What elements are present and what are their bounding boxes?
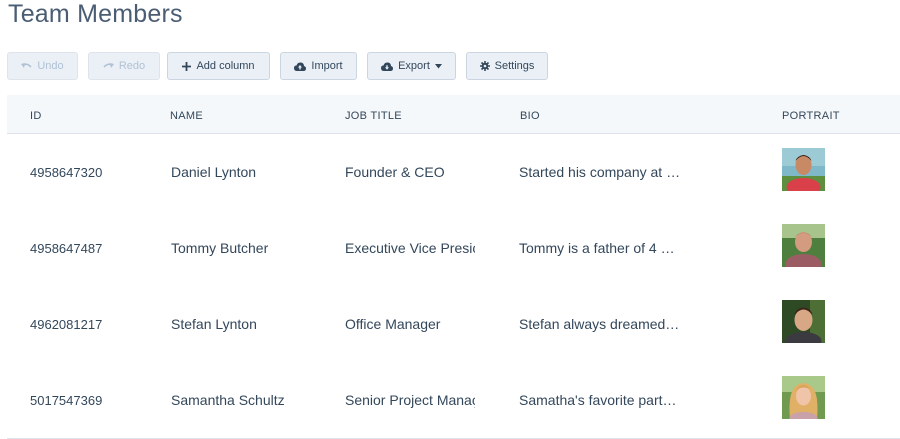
gear-icon	[479, 61, 490, 71]
cell-name[interactable]: Tommy Butcher	[171, 240, 268, 256]
page-title: Team Members	[8, 0, 183, 28]
undo-icon	[21, 62, 32, 71]
cell-bio[interactable]: Stefan always dreamed…	[519, 316, 679, 332]
import-button[interactable]: Import	[280, 52, 357, 80]
export-button[interactable]: Export	[367, 52, 456, 80]
cloud-upload-icon	[294, 61, 307, 71]
cell-name[interactable]: Samantha Schultz	[171, 392, 285, 408]
export-label: Export	[398, 60, 430, 72]
cell-job-title[interactable]: Founder & CEO	[345, 164, 475, 180]
caret-down-icon	[434, 63, 442, 69]
cell-bio[interactable]: Tommy is a father of 4 …	[519, 240, 675, 256]
cell-id[interactable]: 5017547369	[30, 393, 102, 408]
column-header-bio[interactable]: BIO	[520, 110, 540, 122]
import-label: Import	[311, 60, 343, 72]
cell-name[interactable]: Daniel Lynton	[171, 164, 256, 180]
cell-id[interactable]: 4958647487	[30, 241, 102, 256]
cloud-download-icon	[381, 61, 394, 71]
cell-bio[interactable]: Started his company at …	[519, 164, 680, 180]
settings-button[interactable]: Settings	[466, 52, 548, 80]
table-row[interactable]: 4958647487 Tommy Butcher Executive Vice …	[7, 210, 900, 287]
cell-job-title[interactable]: Senior Project Manaç	[345, 392, 475, 408]
column-header-portrait[interactable]: PORTRAIT	[782, 110, 840, 122]
table-row[interactable]: 5017547369 Samantha Schultz Senior Proje…	[7, 362, 900, 439]
cell-id[interactable]: 4962081217	[30, 317, 102, 332]
table-row[interactable]: 4958647320 Daniel Lynton Founder & CEO S…	[7, 134, 900, 211]
column-header-name[interactable]: NAME	[170, 110, 203, 122]
table-row[interactable]: 4962081217 Stefan Lynton Office Manager …	[7, 286, 900, 363]
cell-bio[interactable]: Samatha's favorite part…	[519, 392, 677, 408]
cell-job-title[interactable]: Office Manager	[345, 316, 475, 332]
add-column-label: Add column	[196, 60, 255, 72]
undo-button[interactable]: Undo	[7, 52, 78, 80]
cell-name[interactable]: Stefan Lynton	[171, 316, 257, 332]
team-members-table: ID NAME JOB TITLE BIO PORTRAIT 495864732…	[7, 95, 900, 439]
portrait-image[interactable]	[782, 224, 825, 267]
plus-icon	[182, 61, 192, 71]
add-column-button[interactable]: Add column	[167, 52, 270, 80]
redo-button[interactable]: Redo	[88, 52, 160, 80]
portrait-image[interactable]	[782, 148, 825, 191]
portrait-image[interactable]	[782, 300, 825, 343]
undo-label: Undo	[37, 60, 64, 72]
table-header: ID NAME JOB TITLE BIO PORTRAIT	[7, 95, 900, 134]
cell-id[interactable]: 4958647320	[30, 165, 102, 180]
settings-label: Settings	[494, 60, 535, 72]
redo-icon	[103, 62, 114, 71]
column-header-job-title[interactable]: JOB TITLE	[345, 110, 402, 122]
redo-label: Redo	[118, 60, 146, 72]
portrait-image[interactable]	[782, 376, 825, 419]
cell-job-title[interactable]: Executive Vice Presic	[345, 240, 475, 256]
column-header-id[interactable]: ID	[30, 110, 42, 122]
